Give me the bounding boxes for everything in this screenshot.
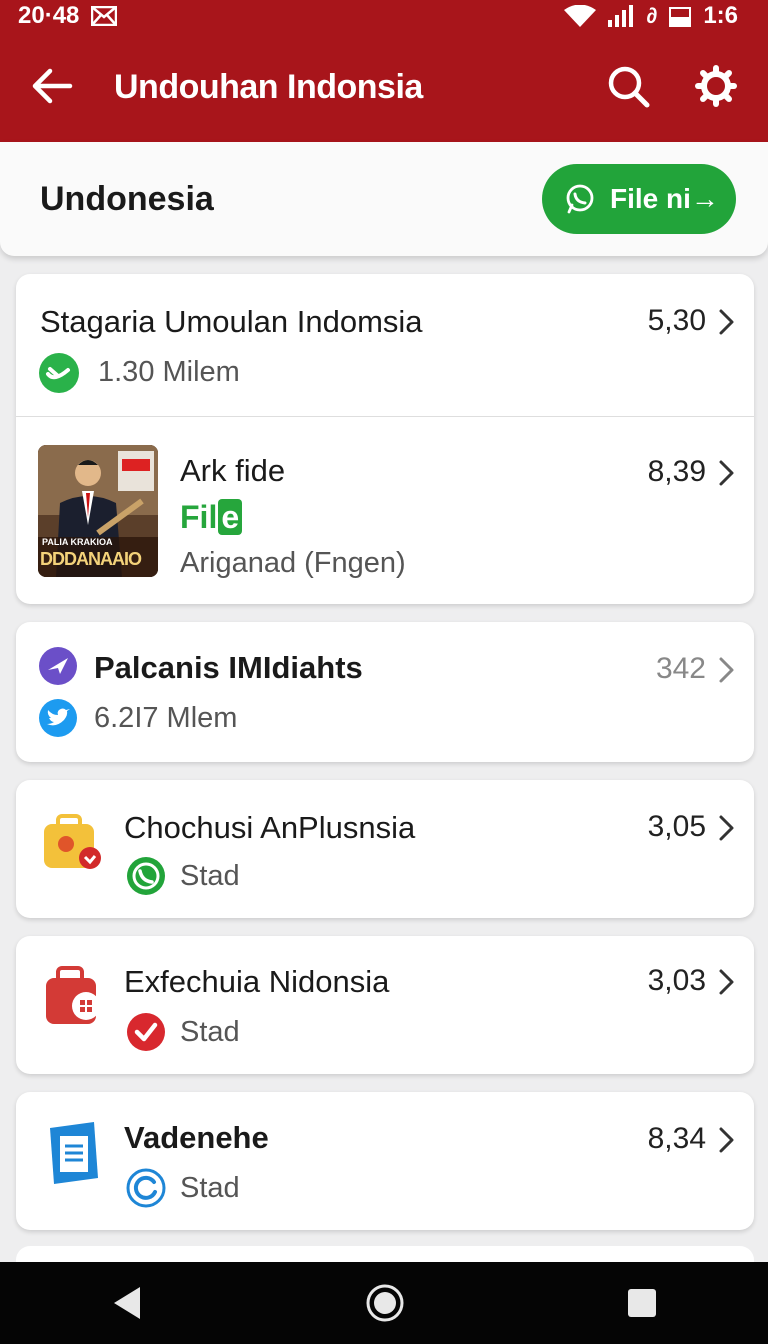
status-time-left: 20·48 (18, 2, 80, 29)
item-subtitle: Stad (180, 1016, 240, 1048)
thumbnail-image: PALIA KRAKIOA DDDANAAIO (38, 445, 158, 577)
green-badge-icon (39, 353, 79, 393)
document-icon (50, 1122, 98, 1184)
item-value: 3,03 (647, 964, 706, 997)
list-item[interactable]: Stagaria Umoulan Indomsia 1.30 Milem 5,3… (16, 274, 754, 416)
nav-home-icon[interactable] (365, 1283, 405, 1323)
list-item[interactable]: Exfechuia Nidonsia Stad 3,03 (16, 936, 754, 1074)
phone-icon (127, 857, 165, 895)
item-value: 8,34 (647, 1122, 706, 1155)
gear-icon[interactable] (692, 62, 740, 110)
item-subtitle: 1.30 Milem (98, 356, 240, 388)
chevron-right-icon (719, 969, 734, 995)
file-button-label: File ni→ (610, 183, 719, 214)
signal-icon (608, 5, 634, 27)
check-icon (127, 1013, 165, 1051)
mail-icon (91, 6, 118, 26)
item-subtitle: Stad (180, 1172, 240, 1204)
thumbnail-text: DDDANAAIO (40, 549, 142, 569)
list-item[interactable]: Vadenehe Stad 8,34 (16, 1092, 754, 1230)
nav-back-icon[interactable] (110, 1285, 144, 1321)
status-bar: 20·48 ∂ 1:6 (0, 0, 768, 32)
item-title: Stagaria Umoulan Indomsia (40, 304, 423, 339)
thumbnail-caption: PALIA KRAKIOA (42, 537, 113, 547)
refresh-icon (126, 1168, 166, 1208)
twitter-icon (39, 699, 77, 737)
nav-recents-icon[interactable] (626, 1287, 658, 1319)
item-title: Chochusi AnPlusnsia (124, 810, 416, 845)
item-value: 3,05 (647, 810, 706, 843)
chevron-right-icon (719, 815, 734, 841)
file-button[interactable]: File ni→ (542, 164, 736, 234)
list-item[interactable]: PALIA KRAKIOA DDDANAAIO Ark fide Fil e Ar… (16, 417, 754, 604)
status-glyph: ∂ (646, 3, 658, 28)
plane-icon (39, 647, 77, 685)
chevron-right-icon (719, 460, 734, 486)
item-subtitle: 6.2I7 Mlem (94, 702, 238, 734)
search-icon[interactable] (604, 62, 652, 110)
battery-icon (669, 7, 692, 27)
list-item[interactable]: Chochusi AnPlusnsia Stad 3,05 (16, 780, 754, 918)
arrow-left-icon[interactable] (28, 62, 76, 110)
page-title: Undouhan Indonsia (114, 68, 423, 106)
item-value: 8,39 (647, 455, 706, 488)
item-subtitle: Stad (180, 860, 240, 892)
status-time-right: 1:6 (703, 2, 738, 29)
whatsapp-icon (566, 184, 594, 214)
chevron-right-icon (719, 657, 734, 683)
item-title: Exfechuia Nidonsia (124, 964, 390, 999)
item-title: Vadenehe (124, 1120, 269, 1155)
system-nav-bar (0, 1262, 768, 1344)
app-bar: Undouhan Indonsia (0, 32, 768, 142)
wifi-icon (564, 5, 597, 27)
item-value: 342 (655, 652, 706, 685)
item-title: Ark fide (180, 453, 286, 488)
list-card-group: Stagaria Umoulan Indomsia 1.30 Milem 5,3… (16, 274, 754, 604)
item-subtitle: Ariganad (Fngen) (180, 547, 406, 579)
file-tag-text: Fil (180, 499, 218, 535)
chevron-right-icon (719, 1127, 734, 1153)
list-item[interactable]: Palcanis IMIdiahts 6.2I7 Mlem 342 (16, 622, 754, 762)
item-title: Palcanis IMIdiahts (94, 650, 363, 685)
section-header: Undonesia File ni→ (0, 142, 768, 256)
file-tag: Fil e (180, 499, 243, 536)
briefcase-icon (44, 814, 101, 869)
red-bag-icon (46, 966, 100, 1024)
section-title: Undonesia (40, 180, 214, 218)
file-tag-box: e (218, 499, 243, 535)
chevron-right-icon (719, 309, 734, 335)
item-value: 5,30 (647, 304, 706, 337)
